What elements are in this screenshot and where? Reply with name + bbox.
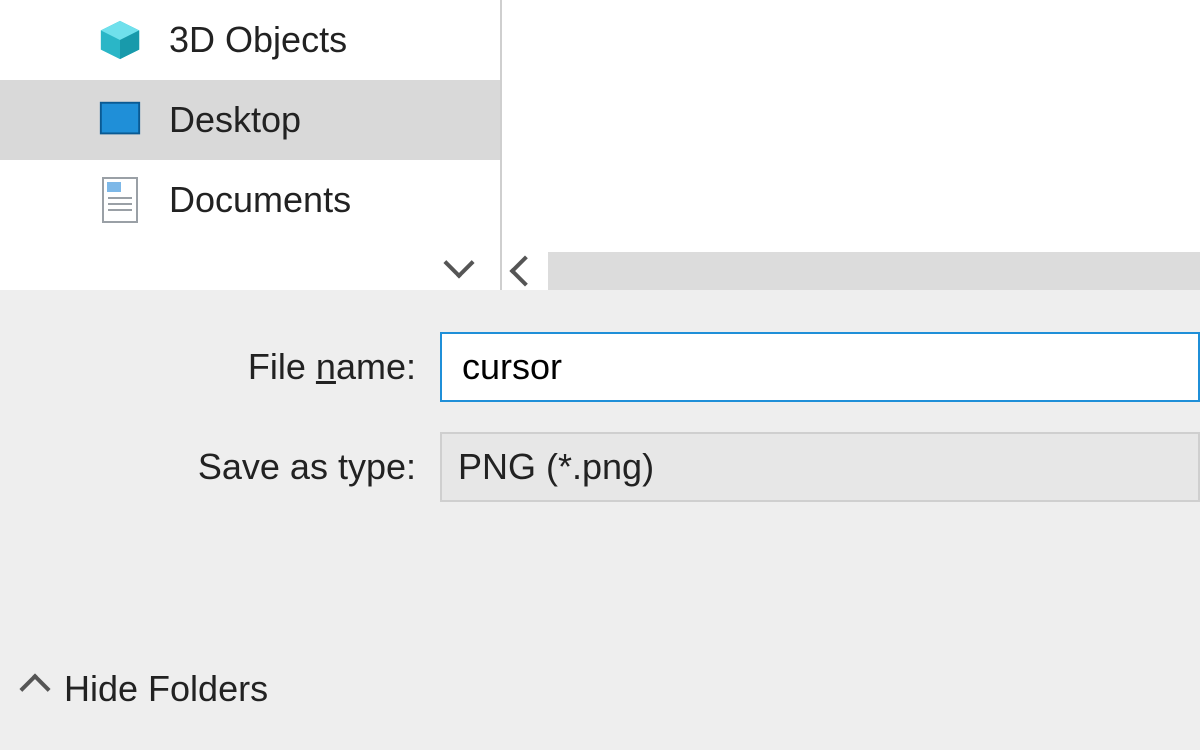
tree-item-label: Desktop bbox=[169, 99, 301, 141]
hide-folders-label: Hide Folders bbox=[64, 668, 268, 710]
save-panel: File name: Save as type: PNG (*.png) Hid… bbox=[0, 290, 1200, 750]
tree-item-desktop[interactable]: Desktop bbox=[0, 80, 500, 160]
save-as-type-value: PNG (*.png) bbox=[458, 446, 654, 488]
filename-label-post: ame: bbox=[336, 346, 416, 387]
filename-input[interactable] bbox=[440, 332, 1200, 402]
tree-item-3d-objects[interactable]: 3D Objects bbox=[0, 0, 500, 80]
chevron-up-icon bbox=[19, 673, 50, 704]
filename-label: File name: bbox=[0, 346, 440, 388]
chevron-left-icon bbox=[509, 255, 540, 286]
scroll-left-button[interactable] bbox=[502, 252, 548, 290]
tree-scroll-down-icon[interactable] bbox=[448, 245, 470, 282]
cube-3d-icon bbox=[95, 15, 145, 65]
save-as-type-label: Save as type: bbox=[0, 446, 440, 488]
scrollbar-track[interactable] bbox=[548, 252, 1200, 290]
document-icon bbox=[95, 175, 145, 225]
desktop-icon bbox=[95, 95, 145, 145]
filename-label-hotkey: n bbox=[316, 346, 336, 387]
tree-item-label: 3D Objects bbox=[169, 19, 347, 61]
tree-item-label: Documents bbox=[169, 179, 351, 221]
horizontal-scrollbar[interactable] bbox=[502, 252, 1200, 290]
file-list-pane[interactable] bbox=[500, 0, 1200, 290]
filename-label-pre: File bbox=[248, 346, 316, 387]
hide-folders-toggle[interactable]: Hide Folders bbox=[24, 668, 268, 710]
folder-tree[interactable]: 3D Objects Desktop Docume bbox=[0, 0, 500, 290]
save-as-type-select[interactable]: PNG (*.png) bbox=[440, 432, 1200, 502]
tree-item-documents[interactable]: Documents bbox=[0, 160, 500, 240]
